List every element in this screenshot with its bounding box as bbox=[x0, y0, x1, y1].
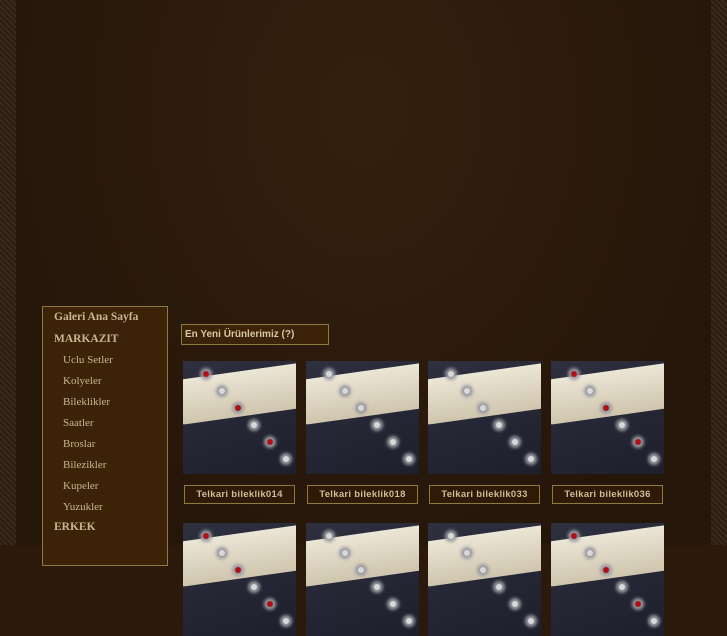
bracelet-link bbox=[619, 422, 625, 428]
bracelet-link bbox=[390, 439, 396, 445]
bracelet-link bbox=[448, 533, 454, 539]
bracelet-link bbox=[390, 601, 396, 607]
bracelet-link bbox=[619, 584, 625, 590]
driftwood bbox=[551, 523, 664, 589]
product-card: Telkari bileklik014 bbox=[183, 361, 296, 504]
bracelet-link bbox=[251, 422, 257, 428]
sidebar-item-saatler[interactable]: Saatler bbox=[63, 417, 94, 429]
product-image[interactable] bbox=[183, 523, 296, 636]
sidebar-item-uclu-setler[interactable]: Uclu Setler bbox=[63, 354, 113, 366]
driftwood bbox=[428, 361, 541, 427]
sidebar-item-yuzukler[interactable]: Yuzukler bbox=[63, 501, 103, 513]
sidebar-item-broslar[interactable]: Broslar bbox=[63, 438, 95, 450]
bracelet-link bbox=[496, 422, 502, 428]
bracelet-link bbox=[251, 584, 257, 590]
right-border-texture bbox=[711, 0, 727, 545]
bracelet-link bbox=[528, 618, 534, 624]
sidebar-item-erkek[interactable]: ERKEK bbox=[54, 521, 96, 533]
sidebar-item-kupeler[interactable]: Kupeler bbox=[63, 480, 98, 492]
bracelet-link bbox=[528, 456, 534, 462]
bracelet-link bbox=[603, 405, 609, 411]
bracelet-link bbox=[651, 456, 657, 462]
product-image[interactable] bbox=[428, 523, 541, 636]
product-image[interactable] bbox=[551, 361, 664, 474]
bracelet-link bbox=[342, 550, 348, 556]
bracelet-link bbox=[480, 405, 486, 411]
bracelet-link bbox=[635, 601, 641, 607]
product-name-button[interactable]: Telkari bileklik018 bbox=[307, 485, 418, 504]
product-image[interactable] bbox=[428, 361, 541, 474]
bracelet-link bbox=[374, 422, 380, 428]
driftwood bbox=[428, 523, 541, 589]
left-border-texture bbox=[0, 0, 16, 545]
bracelet-link bbox=[635, 439, 641, 445]
product-name-button[interactable]: Telkari bileklik033 bbox=[429, 485, 540, 504]
gallery-sidebar: Galeri Ana Sayfa MARKAZIT Uclu Setler Kolye… bbox=[42, 306, 168, 566]
product-card bbox=[551, 523, 664, 636]
bracelet-link bbox=[603, 567, 609, 573]
bracelet-link bbox=[496, 584, 502, 590]
product-card: Telkari bileklik018 bbox=[306, 361, 419, 504]
bracelet-link bbox=[326, 371, 332, 377]
bracelet-link bbox=[587, 388, 593, 394]
bracelet-link bbox=[464, 388, 470, 394]
bracelet-link bbox=[358, 405, 364, 411]
bracelet-link bbox=[219, 550, 225, 556]
product-name-button[interactable]: Telkari bileklik036 bbox=[552, 485, 663, 504]
section-title: En Yeni Ürünlerimiz (?) bbox=[181, 324, 329, 345]
bracelet-link bbox=[203, 371, 209, 377]
bracelet-link bbox=[651, 618, 657, 624]
sidebar-item-markazit[interactable]: MARKAZIT bbox=[54, 333, 119, 345]
driftwood bbox=[551, 361, 664, 427]
product-name-button[interactable]: Telkari bileklik014 bbox=[184, 485, 295, 504]
product-image[interactable] bbox=[551, 523, 664, 636]
sidebar-item-bileklikler[interactable]: Bileklikler bbox=[63, 396, 110, 408]
product-card: Telkari bileklik036 bbox=[551, 361, 664, 504]
bracelet-link bbox=[571, 533, 577, 539]
product-image[interactable] bbox=[306, 361, 419, 474]
bracelet-link bbox=[235, 405, 241, 411]
bracelet-link bbox=[342, 388, 348, 394]
bracelet-link bbox=[464, 550, 470, 556]
bracelet-link bbox=[235, 567, 241, 573]
bracelet-link bbox=[374, 584, 380, 590]
sidebar-item-bilezikler[interactable]: Bilezikler bbox=[63, 459, 106, 471]
product-card bbox=[183, 523, 296, 636]
bracelet-link bbox=[326, 533, 332, 539]
bracelet-link bbox=[283, 618, 289, 624]
product-image[interactable] bbox=[306, 523, 419, 636]
driftwood bbox=[183, 523, 296, 589]
driftwood bbox=[306, 523, 419, 589]
product-card bbox=[428, 523, 541, 636]
driftwood bbox=[183, 361, 296, 427]
product-image[interactable] bbox=[183, 361, 296, 474]
bracelet-link bbox=[571, 371, 577, 377]
bracelet-link bbox=[267, 439, 273, 445]
bracelet-link bbox=[480, 567, 486, 573]
bracelet-link bbox=[267, 601, 273, 607]
bracelet-link bbox=[358, 567, 364, 573]
product-card: Telkari bileklik033 bbox=[428, 361, 541, 504]
bracelet-link bbox=[512, 601, 518, 607]
bracelet-link bbox=[448, 371, 454, 377]
bracelet-link bbox=[283, 456, 289, 462]
bracelet-link bbox=[203, 533, 209, 539]
bracelet-link bbox=[406, 456, 412, 462]
product-card bbox=[306, 523, 419, 636]
sidebar-item-kolyeler[interactable]: Kolyeler bbox=[63, 375, 101, 387]
bracelet-link bbox=[512, 439, 518, 445]
bracelet-link bbox=[219, 388, 225, 394]
bracelet-link bbox=[587, 550, 593, 556]
sidebar-item-galeri-ana-sayfa[interactable]: Galeri Ana Sayfa bbox=[54, 311, 138, 323]
bracelet-link bbox=[406, 618, 412, 624]
driftwood bbox=[306, 361, 419, 427]
